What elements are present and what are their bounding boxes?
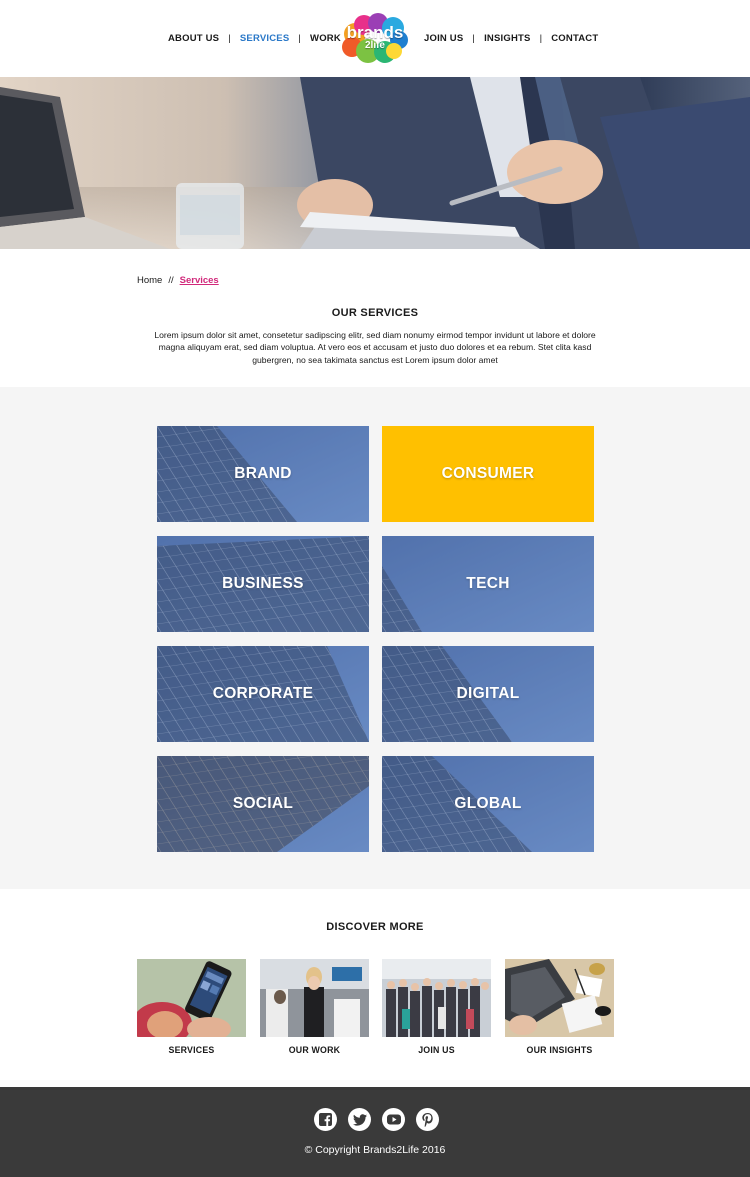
services-grid-section [0, 387, 750, 889]
discover-label: OUR WORK [288, 1045, 341, 1055]
service-tile-label: CONSUMER [441, 465, 535, 482]
logo-wordmark: brands [346, 23, 404, 42]
youtube-icon[interactable] [382, 1108, 405, 1131]
discover-thumb-phone-image [137, 959, 246, 1037]
facebook-icon[interactable] [314, 1108, 337, 1131]
discover-label: SERVICES [168, 1045, 215, 1055]
service-tile-label: CORPORATE [212, 685, 314, 702]
service-tile-consumer[interactable]: CONSUMER [382, 426, 594, 522]
nav-insights[interactable]: INSIGHTS [484, 33, 530, 44]
nav-services[interactable]: SERVICES [240, 33, 289, 44]
social-links [314, 1108, 439, 1131]
primary-nav-right: JOIN US | INSIGHTS | CONTACT [424, 33, 598, 44]
nav-separator: | [539, 33, 543, 44]
discover-thumb-team-photo [382, 959, 491, 1037]
nav-about-us[interactable]: ABOUT US [168, 33, 219, 44]
service-tile-social[interactable]: SOCIAL [157, 756, 369, 852]
breadcrumb-home-link[interactable]: Home [137, 275, 162, 286]
service-tile-label: BUSINESS [222, 575, 304, 592]
discover-label: OUR INSIGHTS [526, 1045, 593, 1055]
breadcrumb-current-link[interactable]: Services [180, 275, 219, 286]
our-services-heading: OUR SERVICES [331, 307, 419, 319]
nav-separator: | [298, 33, 302, 44]
brands2life-logo[interactable]: brands 2life [340, 13, 410, 65]
service-tile-label: TECH [466, 575, 510, 592]
nav-contact[interactable]: CONTACT [551, 33, 598, 44]
discover-label: JOIN US [418, 1045, 455, 1055]
hero-illustration [0, 77, 750, 249]
our-services-intro: Lorem ipsum dolor sit amet, consetetur s… [154, 330, 596, 365]
discover-card-services[interactable]: SERVICES [137, 959, 246, 1055]
service-tile-label: BRAND [234, 465, 292, 482]
discover-more-heading: DISCOVER MORE [326, 921, 424, 933]
copyright-text: © Copyright Brands2Life 2016 [304, 1144, 446, 1156]
discover-card-our-insights[interactable]: OUR INSIGHTS [505, 959, 614, 1055]
logo-wordmark-sub: 2life [364, 40, 385, 51]
service-tile-business[interactable]: BUSINESS [157, 536, 369, 632]
service-tile-brand[interactable]: BRAND [157, 426, 369, 522]
primary-nav-left: ABOUT US | SERVICES | WORK [168, 33, 341, 44]
service-tile-label: SOCIAL [232, 795, 294, 812]
service-tile-tech[interactable]: TECH [382, 536, 594, 632]
site-footer: © Copyright Brands2Life 2016 [0, 1087, 750, 1177]
service-tile-label: DIGITAL [456, 685, 520, 702]
nav-work[interactable]: WORK [310, 33, 341, 44]
discover-card-our-work[interactable]: OUR WORK [260, 959, 369, 1055]
discover-thumb-event-image [260, 959, 369, 1037]
service-tile-label: GLOBAL [454, 795, 522, 812]
hero-image-business-meeting [0, 77, 750, 249]
twitter-icon[interactable] [348, 1108, 371, 1131]
discover-card-join-us[interactable]: JOIN US [382, 959, 491, 1055]
pinterest-icon[interactable] [416, 1108, 439, 1131]
service-tile-corporate[interactable]: CORPORATE [157, 646, 369, 742]
discover-thumb-desk-image [505, 959, 614, 1037]
breadcrumb: Home // Services [137, 275, 219, 286]
breadcrumb-separator: // [168, 275, 174, 286]
nav-join-us[interactable]: JOIN US [424, 33, 463, 44]
nav-separator: | [228, 33, 231, 44]
nav-separator: | [472, 33, 476, 44]
service-tile-digital[interactable]: DIGITAL [382, 646, 594, 742]
site-header: ABOUT US | SERVICES | WORK brands 2life … [0, 0, 750, 77]
service-tile-global[interactable]: GLOBAL [382, 756, 594, 852]
